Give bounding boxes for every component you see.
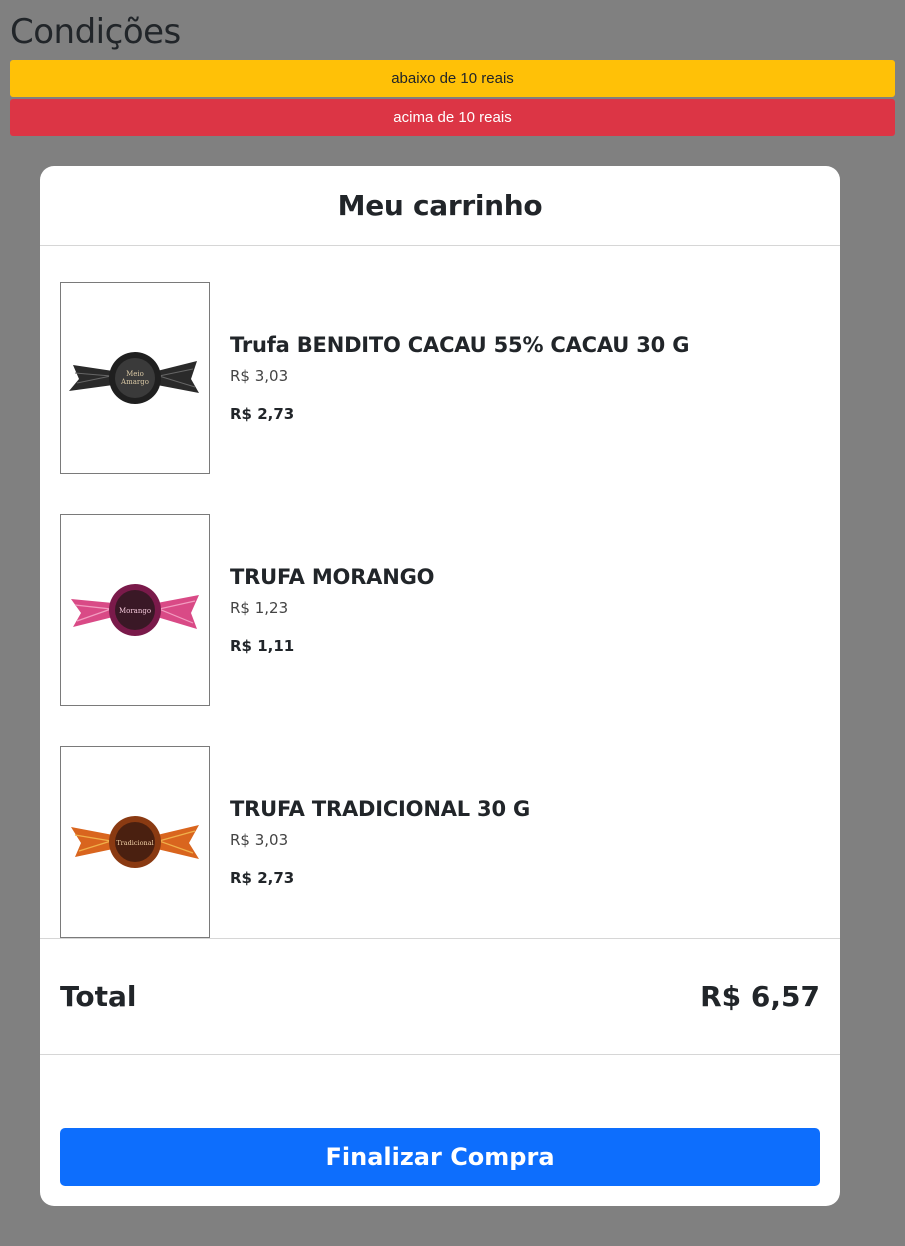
total-label: Total — [60, 980, 137, 1013]
dark-truffle-image: Meio Amargo — [69, 352, 199, 404]
condition-label: acima de 10 reais — [393, 109, 512, 126]
product-selling-price: R$ 2,73 — [230, 869, 295, 887]
checkout-button[interactable]: Finalizar Compra — [60, 1128, 820, 1186]
condition-below-10-banner: abaixo de 10 reais — [10, 60, 895, 97]
cart-item: Tradicional TRUFA TRADICIONAL 30 G R$ 3,… — [60, 746, 840, 938]
cart-title: Meu carrinho — [337, 189, 543, 222]
cart-items-list: Meio Amargo Trufa BENDITO CACAU 55% CACA… — [40, 246, 840, 939]
page-title: Condições — [10, 12, 181, 52]
cart-total-row: Total R$ 6,57 — [40, 939, 840, 1055]
cart-header: Meu carrinho — [40, 166, 840, 246]
svg-text:Tradicional: Tradicional — [116, 839, 153, 847]
product-selling-price: R$ 2,73 — [230, 405, 295, 423]
svg-text:Morango: Morango — [119, 607, 151, 615]
total-value: R$ 6,57 — [700, 980, 820, 1013]
product-price: R$ 1,23 — [230, 599, 289, 617]
condition-above-10-banner: acima de 10 reais — [10, 99, 895, 136]
orange-truffle-image: Tradicional — [71, 816, 199, 868]
svg-text:Meio: Meio — [126, 370, 144, 378]
product-name: TRUFA TRADICIONAL 30 G — [230, 797, 531, 821]
cart-item: Morango TRUFA MORANGO R$ 1,23 R$ 1,11 — [60, 514, 840, 706]
cart-panel: Meu carrinho Meio Amargo Trufa BENDITO C… — [40, 166, 840, 1206]
product-image: Tradicional — [60, 746, 210, 938]
pink-truffle-image: Morango — [71, 584, 199, 636]
product-image: Morango — [60, 514, 210, 706]
cart-item: Meio Amargo Trufa BENDITO CACAU 55% CACA… — [60, 282, 840, 474]
product-selling-price: R$ 1,11 — [230, 637, 295, 655]
product-price: R$ 3,03 — [230, 831, 289, 849]
product-image: Meio Amargo — [60, 282, 210, 474]
product-name: Trufa BENDITO CACAU 55% CACAU 30 G — [230, 333, 690, 357]
condition-label: abaixo de 10 reais — [391, 70, 514, 87]
product-price: R$ 3,03 — [230, 367, 289, 385]
product-name: TRUFA MORANGO — [230, 565, 435, 589]
svg-text:Amargo: Amargo — [120, 378, 149, 386]
